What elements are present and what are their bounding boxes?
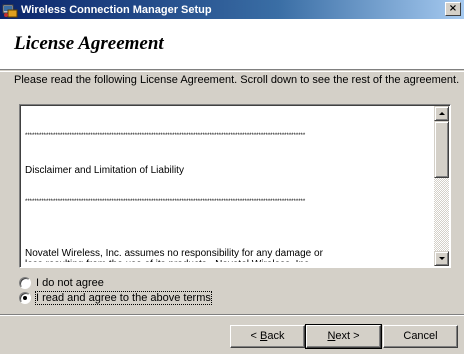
radio-agree[interactable]: I read and agree to the above terms — [19, 291, 212, 305]
close-button[interactable]: × — [445, 2, 461, 16]
header-panel: License Agreement — [0, 19, 464, 70]
license-divider-top: ****************************************… — [25, 133, 306, 139]
radio-agree-label[interactable]: I read and agree to the above terms — [35, 291, 212, 305]
window-title: Wireless Connection Manager Setup — [21, 3, 212, 16]
license-textbox[interactable]: ****************************************… — [19, 104, 451, 268]
radio-disagree-label[interactable]: I do not agree — [36, 277, 104, 289]
next-button[interactable]: Next > — [305, 324, 382, 349]
radio-disagree[interactable]: I do not agree — [19, 277, 104, 289]
license-divider-bottom: ****************************************… — [25, 199, 306, 205]
radio-disagree-circle[interactable] — [19, 277, 31, 289]
radio-agree-circle[interactable] — [19, 292, 31, 304]
license-heading: Disclaimer and Limitation of Liability — [25, 165, 184, 176]
header-divider — [0, 71, 464, 72]
instruction-text: Please read the following License Agreem… — [14, 74, 460, 86]
license-body: Novatel Wireless, Inc. assumes no respon… — [25, 248, 323, 262]
scroll-down-button[interactable] — [434, 251, 449, 266]
footer-separator — [0, 314, 464, 316]
page-title: License Agreement — [14, 33, 164, 54]
license-content: ****************************************… — [25, 110, 435, 262]
cancel-button[interactable]: Cancel — [383, 325, 458, 348]
license-scrollbar[interactable] — [434, 106, 449, 266]
title-bar: Wireless Connection Manager Setup × — [0, 0, 464, 19]
arrow-down-icon — [439, 257, 445, 260]
scroll-up-button[interactable] — [434, 106, 449, 121]
scroll-thumb[interactable] — [434, 121, 449, 178]
setup-app-icon — [2, 4, 18, 17]
arrow-up-icon — [439, 112, 445, 115]
back-button[interactable]: < Back — [230, 325, 305, 348]
